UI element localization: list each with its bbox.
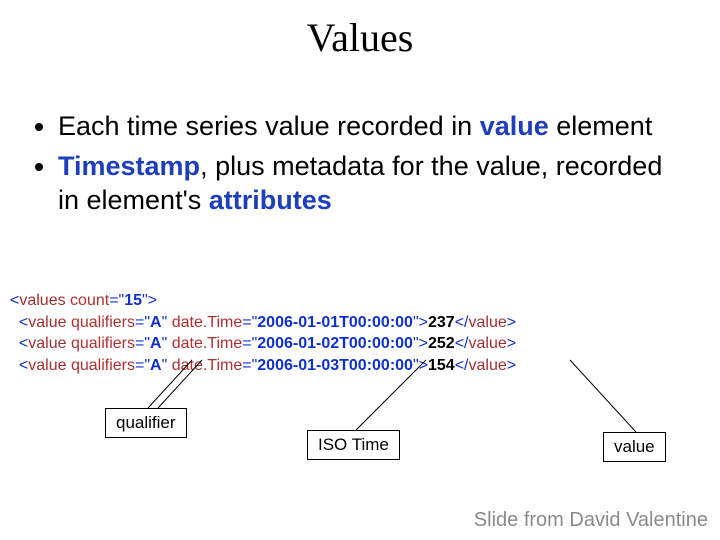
slide-credit: Slide from David Valentine [474, 509, 708, 532]
slide-title: Values [0, 14, 720, 61]
bullet-list: Each time series value recorded in value… [30, 110, 690, 223]
label-iso-time: ISO Time [307, 430, 400, 460]
bullet-1-text-a: Each time series value recorded in [58, 111, 480, 141]
bullet-1: Each time series value recorded in value… [58, 110, 690, 144]
label-qualifier: qualifier [105, 408, 187, 438]
bullet-1-text-b: element [549, 111, 653, 141]
xml-snippet: <values count="15"> <value qualifiers="A… [10, 290, 710, 376]
slide: Values Each time series value recorded i… [0, 0, 720, 540]
bullet-2: Timestamp, plus metadata for the value, … [58, 150, 690, 218]
bullet-2-keyword-a: Timestamp [58, 151, 200, 181]
bullet-1-keyword: value [480, 111, 549, 141]
bullet-2-keyword-b: attributes [209, 185, 332, 215]
label-value: value [603, 432, 666, 462]
